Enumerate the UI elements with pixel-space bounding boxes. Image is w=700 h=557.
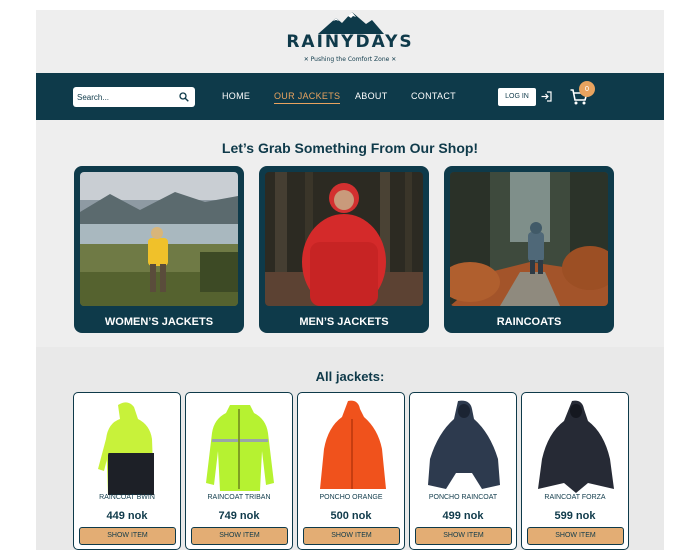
product-card[interactable]: RAINCOAT FORZA 599 nok SHOW ITEM <box>521 392 629 550</box>
womens-jackets-image <box>80 172 238 306</box>
search-icon[interactable] <box>179 92 189 102</box>
search-box <box>73 87 195 107</box>
shop-title: Let’s Grab Something From Our Shop! <box>221 140 479 156</box>
product-name: RAINCOAT BWIN <box>99 494 155 501</box>
product-name: RAINCOAT TRIBAN <box>207 494 271 501</box>
category-womens-jackets[interactable]: WOMEN’S JACKETS <box>74 166 244 333</box>
show-item-button[interactable]: SHOW ITEM <box>415 527 512 545</box>
main-navbar: HOME OUR JACKETS ABOUT CONTACT LOG IN 0 <box>36 73 664 120</box>
category-raincoats[interactable]: RAINCOATS <box>444 166 614 333</box>
product-price: 749 nok <box>218 510 260 522</box>
search-input[interactable] <box>77 87 177 107</box>
brand-tagline: ✕ Pushing the Comfort Zone ✕ <box>303 56 397 63</box>
product-card[interactable]: PONCHO ORANGE 500 nok SHOW ITEM <box>297 392 405 550</box>
nav-about[interactable]: ABOUT <box>355 91 388 101</box>
poncho-orange-image <box>320 400 386 489</box>
raincoat-triban-image <box>206 405 274 491</box>
cart-count-badge: 0 <box>579 81 595 97</box>
product-name: PONCHO RAINCOAT <box>428 494 498 501</box>
show-item-button[interactable]: SHOW ITEM <box>79 527 176 545</box>
product-card[interactable]: RAINCOAT TRIBAN 749 nok SHOW ITEM <box>185 392 293 550</box>
mens-jackets-image <box>265 172 423 306</box>
product-price: 449 nok <box>106 510 148 522</box>
poncho-raincoat-image <box>428 400 500 489</box>
brand-header: RAINYDAYS ✕ Pushing the Comfort Zone ✕ <box>36 10 664 73</box>
product-price: 500 nok <box>330 510 372 522</box>
product-price: 499 nok <box>442 510 484 522</box>
category-label: RAINCOATS <box>496 316 562 328</box>
mountain-logo-icon <box>318 12 384 34</box>
nav-contact[interactable]: CONTACT <box>411 91 456 101</box>
product-price: 599 nok <box>554 510 596 522</box>
raincoats-image <box>450 172 608 306</box>
category-label: MEN’S JACKETS <box>299 316 389 328</box>
product-name: RAINCOAT FORZA <box>544 494 606 501</box>
category-mens-jackets[interactable]: MEN’S JACKETS <box>259 166 429 333</box>
show-item-button[interactable]: SHOW ITEM <box>191 527 288 545</box>
raincoat-forza-image <box>538 400 614 493</box>
nav-our-jackets[interactable]: OUR JACKETS <box>274 91 341 104</box>
all-jackets-title: All jackets: <box>315 369 385 384</box>
brand-name[interactable]: RAINYDAYS <box>36 32 664 52</box>
show-item-button[interactable]: SHOW ITEM <box>527 527 624 545</box>
show-item-button[interactable]: SHOW ITEM <box>303 527 400 545</box>
product-name: PONCHO ORANGE <box>319 494 383 501</box>
product-card[interactable]: PONCHO RAINCOAT 499 nok SHOW ITEM <box>409 392 517 550</box>
product-card[interactable]: RAINCOAT BWIN 449 nok SHOW ITEM <box>73 392 181 550</box>
login-button[interactable]: LOG IN <box>498 88 536 106</box>
category-label: WOMEN’S JACKETS <box>104 316 214 328</box>
login-arrow-icon[interactable] <box>541 91 552 102</box>
page: RAINYDAYS ✕ Pushing the Comfort Zone ✕ H… <box>36 10 664 550</box>
nav-home[interactable]: HOME <box>222 91 250 101</box>
raincoat-bwin-image <box>98 402 154 495</box>
